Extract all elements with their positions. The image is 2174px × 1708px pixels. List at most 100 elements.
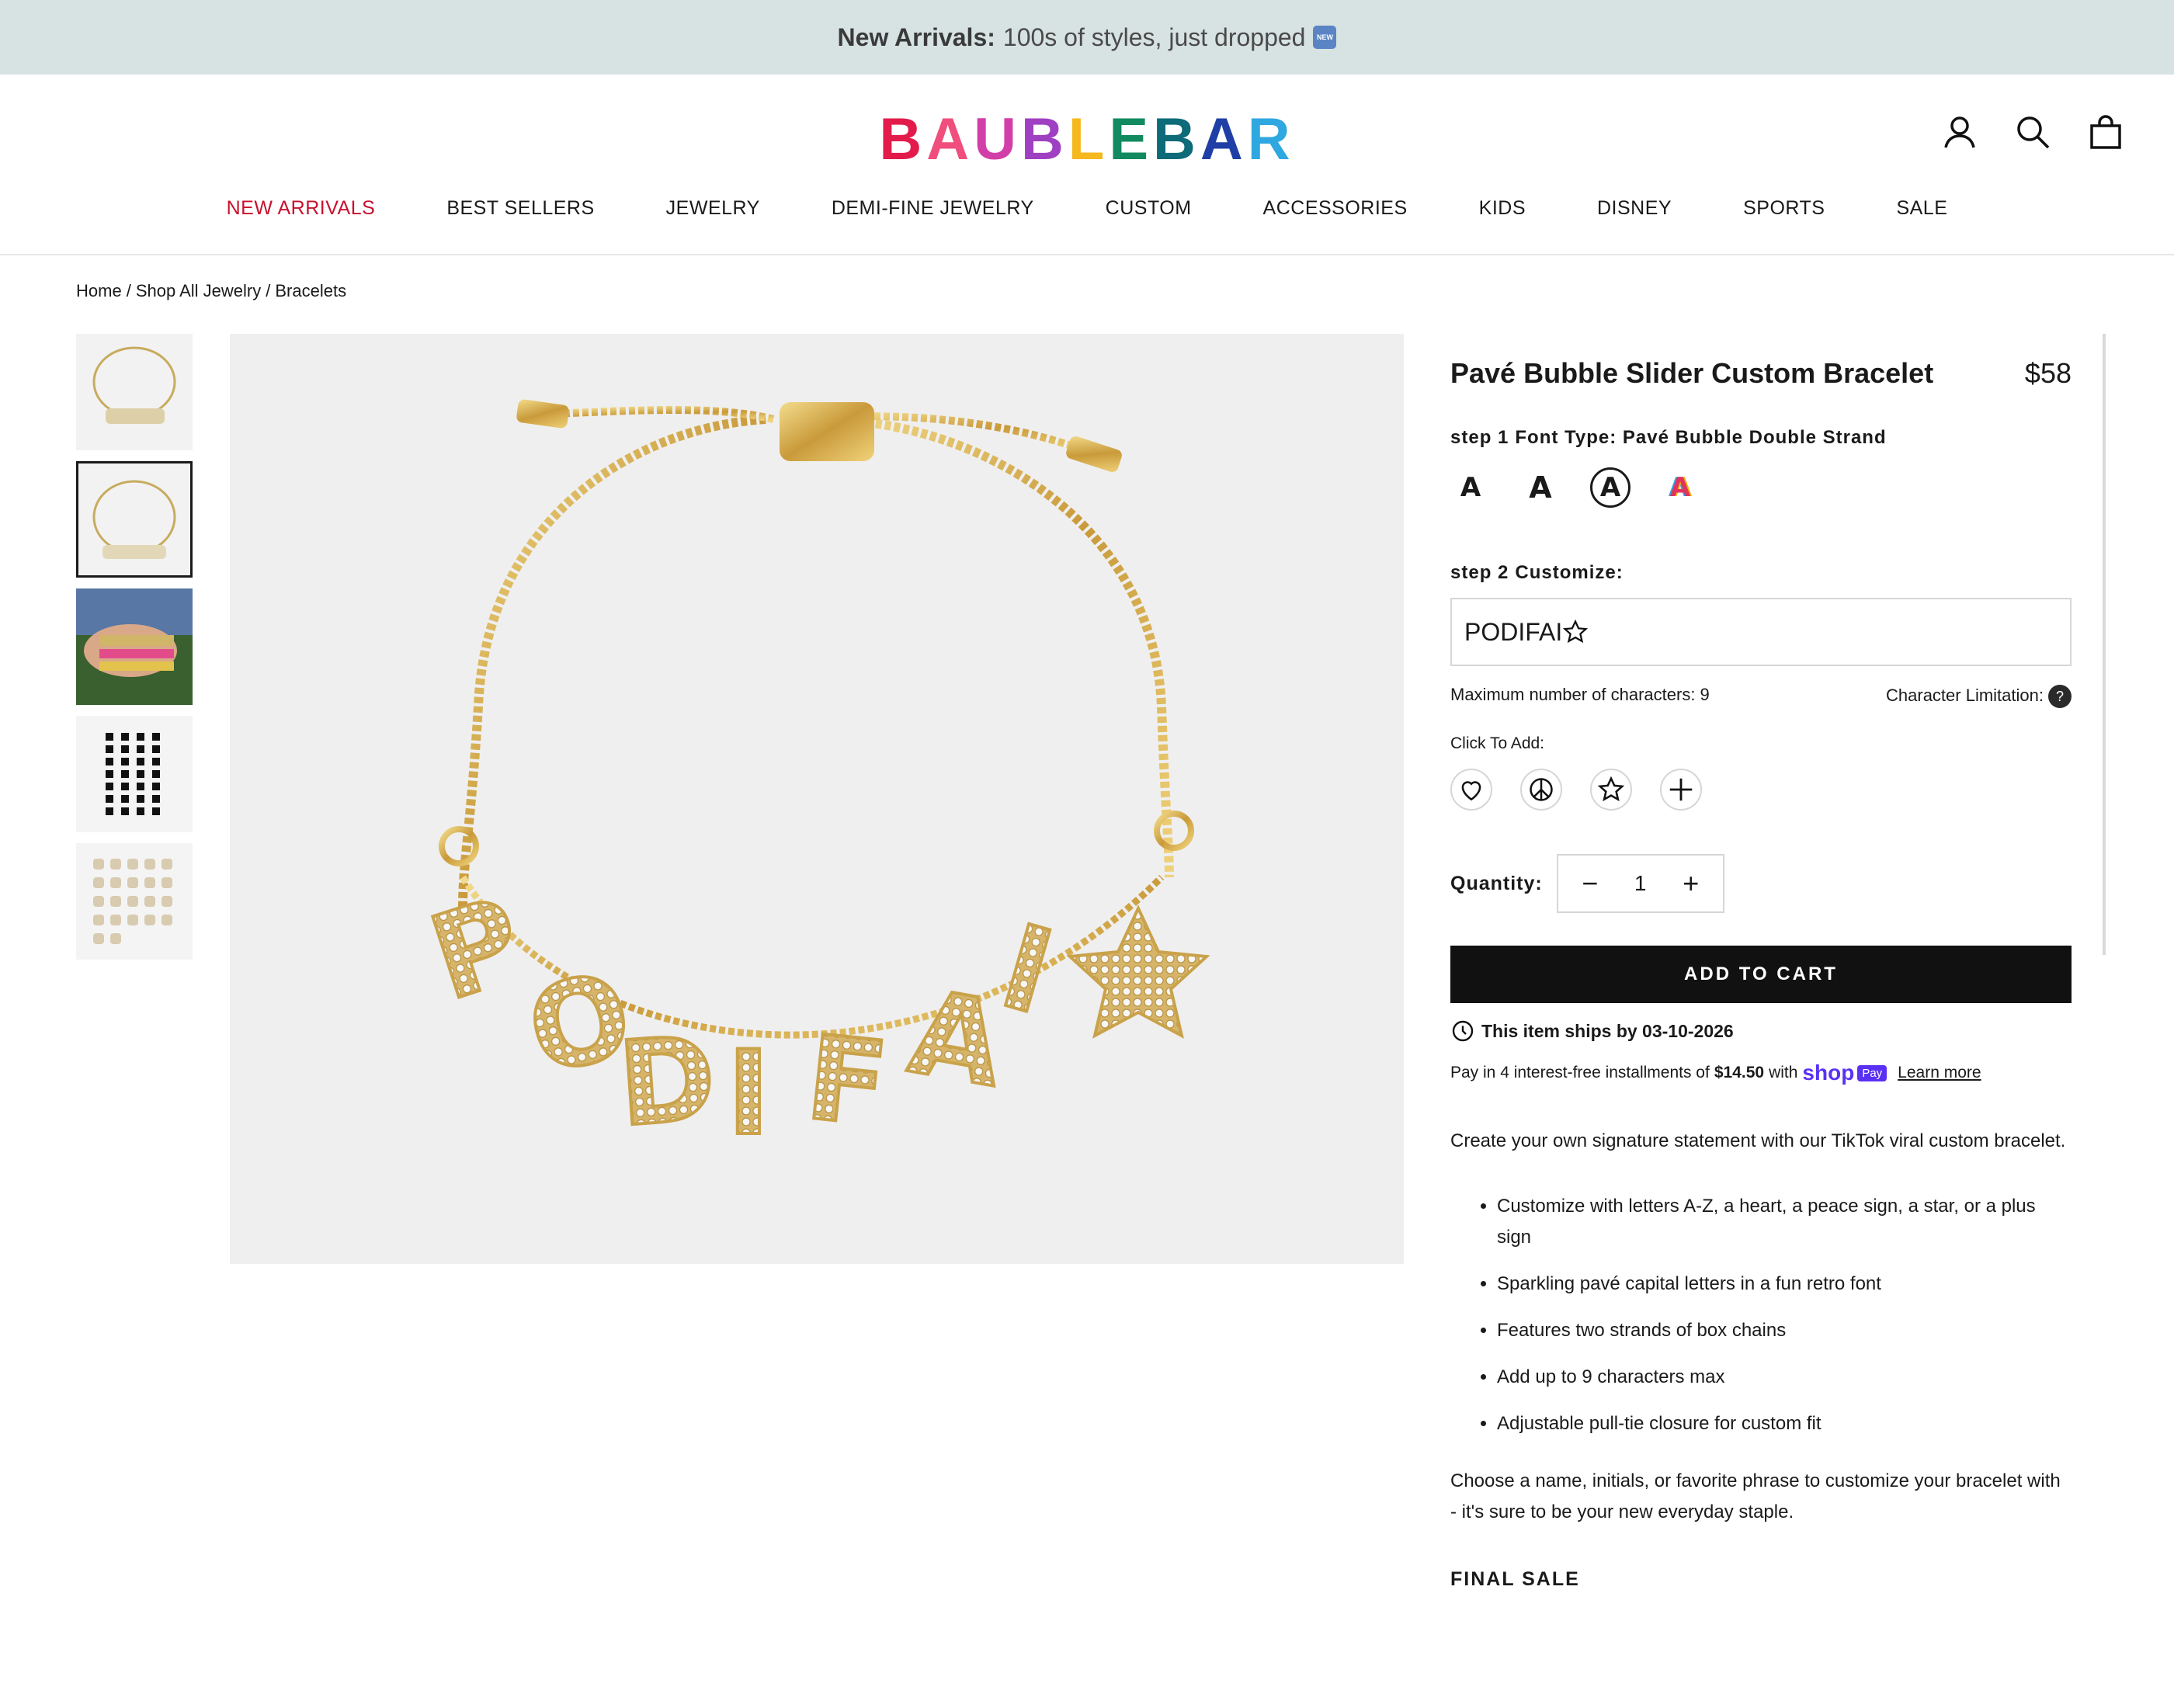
pay-amount: $14.50 (1714, 1064, 1765, 1081)
bracelet-star-charm (1066, 904, 1210, 1039)
header-icons (1941, 113, 2124, 151)
step1-label: Font Type: Pavé Bubble Double Strand (1515, 427, 1887, 448)
bracelet-letter-i: I (727, 1026, 770, 1161)
symbol-options (1450, 769, 2072, 811)
add-star-button[interactable] (1590, 769, 1632, 811)
step1-tag: step 1 (1450, 427, 1509, 450)
font-option-pave-bubble[interactable]: A (1590, 467, 1630, 508)
star-icon (1563, 619, 1589, 644)
nav-item-disney[interactable]: DISNEY (1597, 197, 1672, 220)
logo-letter: B (1153, 106, 1200, 172)
ships-text: This item ships by 03-10-2026 (1481, 1020, 1734, 1041)
ships-notice: This item ships by 03-10-2026 (1450, 1019, 2072, 1043)
logo-letter: B (1020, 106, 1068, 172)
product-description: Create your own signature statement with… (1450, 1130, 2066, 1151)
plus-icon (1669, 778, 1693, 801)
font-options: A A A A (1450, 467, 2072, 508)
thumbnail-2[interactable] (76, 461, 193, 578)
search-icon[interactable] (2014, 113, 2051, 151)
font-option-1[interactable]: A (1450, 467, 1491, 508)
main-nav: NEW ARRIVALS BEST SELLERS JEWELRY DEMI-FINE… (0, 197, 2174, 220)
add-peace-button[interactable] (1520, 769, 1562, 811)
product-info: Pavé Bubble Slider Custom Bracelet $58 s… (1450, 334, 2072, 1591)
nav-item-demi-fine-jewelry[interactable]: DEMI-FINE JEWELRY (832, 197, 1034, 220)
installments-note: Pay in 4 interest-free installments of $… (1450, 1061, 2072, 1085)
nav-item-custom[interactable]: CUSTOM (1106, 197, 1192, 220)
nav-item-new-arrivals[interactable]: NEW ARRIVALS (227, 197, 376, 220)
announcement-text: 100s of styles, just dropped (1002, 23, 1306, 51)
add-heart-button[interactable] (1450, 769, 1492, 811)
feature-item: Sparkling pavé capital letters in a fun … (1497, 1269, 2072, 1300)
final-sale-label: FINAL SALE (1450, 1568, 1580, 1590)
breadcrumb-shop-all-jewelry[interactable]: Shop All Jewelry (136, 281, 261, 300)
shop-pay-badge: Pay (1857, 1064, 1887, 1081)
product-title: Pavé Bubble Slider Custom Bracelet (1450, 357, 1934, 389)
step2-label: Customize: (1515, 562, 1624, 583)
custom-text-value: PODIFAI (1464, 617, 1563, 646)
pay-with: with (1769, 1064, 1798, 1081)
cart-icon[interactable] (2087, 113, 2124, 151)
step2-tag: step 2 (1450, 562, 1509, 585)
logo-letter: R (1247, 106, 1295, 172)
nav-item-kids[interactable]: KIDS (1479, 197, 1526, 220)
thumbnail-4[interactable] (76, 716, 193, 832)
font-option-2[interactable]: A (1520, 467, 1561, 508)
product-price: $58 (2024, 357, 2072, 389)
thumbnail-1[interactable] (76, 334, 193, 450)
logo-letter: A (1200, 106, 1248, 172)
step2-heading: step 2 Customize: (1450, 562, 2072, 585)
feature-item: Adjustable pull-tie closure for custom f… (1497, 1408, 2072, 1439)
info-scrollbar[interactable] (2103, 334, 2106, 955)
bracelet-illustration: P O D I F A I (414, 399, 1210, 1163)
account-icon[interactable] (1941, 113, 1978, 151)
logo-letter: L (1068, 106, 1110, 172)
thumbnail-3[interactable] (76, 588, 193, 705)
announcement-bold: New Arrivals: (837, 23, 995, 51)
nav-item-sports[interactable]: SPORTS (1743, 197, 1825, 220)
breadcrumb-home[interactable]: Home (76, 281, 122, 300)
bracelet-letter-a: A (901, 965, 1013, 1114)
char-limit-label: Character Limitation: (1886, 685, 2044, 705)
font-option-rainbow[interactable]: A (1660, 467, 1700, 508)
brand-logo[interactable]: BAUBLEBAR (0, 106, 2174, 173)
pay-prefix: Pay in 4 interest-free installments of (1450, 1064, 1710, 1081)
thumbnail-5[interactable] (76, 843, 193, 960)
nav-item-best-sellers[interactable]: BEST SELLERS (446, 197, 594, 220)
peace-icon (1530, 778, 1553, 801)
bracelet-letter-d: D (614, 1012, 720, 1153)
add-plus-button[interactable] (1660, 769, 1702, 811)
step1-heading: step 1 Font Type: Pavé Bubble Double Stra… (1450, 427, 2072, 450)
quantity-stepper: − 1 + (1556, 854, 1724, 913)
clock-icon (1452, 1020, 1474, 1042)
site-header: BAUBLEBAR NEW ARRIVALS BEST SELLERS JEWELR… (0, 75, 2174, 255)
nav-item-jewelry[interactable]: JEWELRY (666, 197, 760, 220)
feature-item: Customize with letters A-Z, a heart, a p… (1497, 1191, 2072, 1253)
bracelet-letter-i2: I (988, 899, 1067, 1041)
logo-letter: E (1109, 106, 1154, 172)
learn-more-link[interactable]: Learn more (1898, 1064, 1981, 1082)
nav-item-sale[interactable]: SALE (1896, 197, 1947, 220)
logo-letter: A (926, 106, 974, 172)
breadcrumb: Home / Shop All Jewelry / Bracelets (76, 281, 347, 300)
new-badge-icon: NEW (1313, 26, 1337, 49)
main-product-image[interactable]: P O D I F A I (230, 334, 1404, 1264)
add-to-cart-button[interactable]: ADD TO CART (1450, 946, 2072, 1003)
custom-text-input[interactable]: PODIFAI (1450, 598, 2072, 666)
quantity-label: Quantity: (1450, 872, 1543, 894)
shop-pay-logo: shop (1802, 1061, 1855, 1085)
bracelet-letter-f: F (800, 1011, 894, 1154)
logo-letter: U (974, 106, 1021, 172)
quantity-value[interactable]: 1 (1634, 871, 1647, 896)
quantity-decrease-button[interactable]: − (1578, 867, 1602, 900)
announcement-bar[interactable]: New Arrivals: 100s of styles, just dropp… (0, 0, 2174, 75)
quantity-increase-button[interactable]: + (1679, 867, 1703, 900)
help-icon[interactable]: ? (2048, 685, 2072, 708)
feature-item: Features two strands of box chains (1497, 1315, 2072, 1346)
star-icon (1597, 776, 1625, 802)
bracelet-letter-p: P (415, 872, 538, 1026)
breadcrumb-bracelets[interactable]: Bracelets (275, 281, 346, 300)
logo-letter: B (879, 106, 927, 172)
product-description-2: Choose a name, initials, or favorite phr… (1450, 1470, 2061, 1522)
heart-icon (1461, 781, 1481, 801)
nav-item-accessories[interactable]: ACCESSORIES (1263, 197, 1408, 220)
